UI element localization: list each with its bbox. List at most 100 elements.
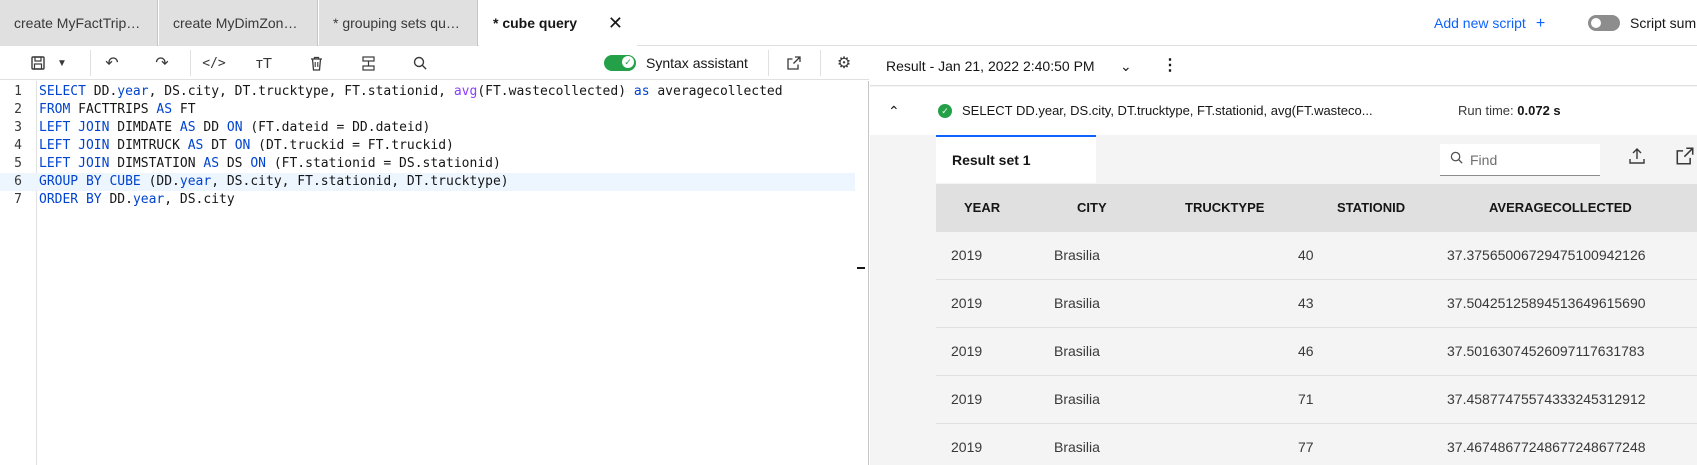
search-icon (1450, 151, 1463, 167)
code-line[interactable]: 4 LEFT JOIN DIMTRUCK AS DT ON (DT.truckid… (0, 137, 855, 155)
search-icon[interactable] (402, 46, 438, 80)
find-input[interactable] (1470, 144, 1596, 175)
cell-stationid: 43 (1298, 295, 1314, 311)
redo-icon[interactable]: ↷ (144, 46, 180, 80)
sql-text: (DD. (140, 174, 180, 189)
results-header: Result - Jan 21, 2022 2:40:50 PM ⌄ ⋮ (870, 46, 1697, 86)
sql-text: , DS.city, FT.stationid, DT.trucktype) (211, 174, 509, 189)
tab-cube-query[interactable]: * cube query ✕ (479, 0, 637, 46)
tab-create-mydimzone[interactable]: create MyDimZon… (159, 0, 318, 46)
chevron-up-icon[interactable]: ⌃ (888, 87, 900, 135)
toolbar-divider (90, 50, 91, 76)
syntax-assistant-toggle[interactable] (604, 55, 636, 71)
sql-keyword: LEFT JOIN (39, 138, 110, 153)
code-line[interactable]: 7 ORDER BY DD.year, DS.city (0, 191, 855, 209)
sql-text: DD. (101, 192, 133, 207)
table-row[interactable]: 2019 Brasilia 40 37.37565006729475100942126 (936, 232, 1697, 280)
script-summary-label: Script sum (1630, 15, 1697, 31)
text-size-icon[interactable]: тT (246, 46, 282, 80)
success-checkmark-icon: ✓ (938, 104, 952, 118)
code-text: LEFT JOIN DIMDATE AS DD ON (FT.dateid = … (39, 119, 430, 137)
sql-text: (FT.stationid = DS.stationid) (266, 156, 501, 171)
settings-gear-icon[interactable]: ⚙ (826, 46, 862, 80)
cell-averagecollected: 37.45877475574333245312912 (1447, 391, 1646, 407)
sql-text: DD. (85, 84, 118, 99)
explain-plan-icon[interactable] (350, 46, 386, 80)
close-icon[interactable]: ✕ (608, 0, 623, 46)
chevron-down-icon[interactable]: ⌄ (1120, 46, 1132, 86)
run-time: Run time: 0.072 s (1458, 87, 1561, 135)
cell-city: Brasilia (1054, 247, 1100, 263)
cell-averagecollected: 37.50425125894513649615690 (1447, 295, 1646, 311)
table-row[interactable]: 2019 Brasilia 43 37.50425125894513649615690 (936, 280, 1697, 328)
column-header-averagecollected[interactable]: AVERAGECOLLECTED (1489, 184, 1632, 232)
save-icon[interactable] (20, 46, 56, 80)
toolbar-divider (190, 50, 191, 76)
sql-keyword: AS (187, 138, 204, 153)
code-line[interactable]: 1 SELECT DD.year, DS.city, DT.trucktype, … (0, 83, 855, 101)
export-icon[interactable] (1628, 147, 1646, 170)
sql-keyword: SELECT (39, 84, 86, 99)
sql-text: , DS.city, DT.trucktype, FT.stationid, (148, 84, 454, 99)
plus-icon: + (1535, 15, 1546, 32)
code-format-icon[interactable]: </> (196, 46, 232, 80)
cell-city: Brasilia (1054, 391, 1100, 407)
tab-grouping-sets-query[interactable]: * grouping sets qu… (319, 0, 478, 46)
script-tab-bar: create MyFactTrip… create MyDimZon… * gr… (0, 0, 1697, 46)
cell-averagecollected: 37.37565006729475100942126 (1447, 247, 1646, 263)
table-row[interactable]: 2019 Brasilia 77 37.46748677248677248677248 (936, 424, 1697, 465)
column-header-stationid[interactable]: STATIONID (1337, 184, 1405, 232)
code-line[interactable]: 6 GROUP BY CUBE (DD.year, DS.city, FT.sta… (0, 173, 855, 191)
sql-keyword: FROM (39, 102, 71, 117)
cell-stationid: 77 (1298, 439, 1314, 455)
tab-result-set-1[interactable]: Result set 1 (936, 135, 1096, 183)
sql-keyword: GROUP BY CUBE (39, 174, 141, 189)
cell-year: 2019 (951, 391, 983, 407)
run-time-label: Run time: (1458, 103, 1514, 118)
column-header-year[interactable]: YEAR (964, 184, 1000, 232)
sql-text: FT (172, 102, 196, 117)
sql-keyword: ON (226, 120, 243, 135)
sql-text: DD (195, 120, 227, 135)
table-row[interactable]: 2019 Brasilia 71 37.45877475574333245312912 (936, 376, 1697, 424)
sql-keyword: AS (156, 102, 173, 117)
query-result-row: ⌃ ✓ SELECT DD.year, DS.city, DT.trucktyp… (870, 87, 1697, 135)
toolbar-divider (820, 50, 821, 76)
script-summary-toggle[interactable] (1588, 15, 1620, 31)
column-header-city[interactable]: CITY (1077, 184, 1107, 232)
save-dropdown-icon[interactable]: ▼ (52, 46, 72, 80)
code-line[interactable]: 5 LEFT JOIN DIMSTATION AS DS ON (FT.stati… (0, 155, 855, 173)
sql-keyword: year (132, 192, 165, 207)
launch-icon[interactable] (776, 46, 812, 80)
sql-text: DIMDATE (109, 120, 180, 135)
find-field[interactable] (1440, 144, 1600, 176)
launch-icon[interactable] (1676, 147, 1694, 170)
sql-keyword: as (633, 84, 650, 99)
overflow-menu-icon[interactable]: ⋮ (1162, 46, 1178, 86)
sql-code-editor[interactable]: 1 SELECT DD.year, DS.city, DT.trucktype, … (0, 81, 869, 465)
code-text: ORDER BY DD.year, DS.city (39, 191, 235, 209)
sql-text: (FT.wastecollected) (477, 84, 634, 99)
results-panel: Result - Jan 21, 2022 2:40:50 PM ⌄ ⋮ ⌃ ✓… (870, 46, 1697, 465)
add-new-script-button[interactable]: Add new script + (1434, 0, 1545, 47)
code-text: GROUP BY CUBE (DD.year, DS.city, FT.stat… (39, 173, 509, 191)
sql-keyword: year (179, 174, 212, 189)
sql-text: averagecollected (649, 84, 783, 99)
code-line[interactable]: 2 FROM FACTTRIPS AS FT (0, 101, 855, 119)
code-line[interactable]: 3 LEFT JOIN DIMDATE AS DD ON (FT.dateid =… (0, 119, 855, 137)
sql-text: (FT.dateid = DD.dateid) (242, 120, 431, 135)
sql-keyword: ORDER BY (39, 192, 102, 207)
trash-icon[interactable] (298, 46, 334, 80)
sql-keyword: LEFT JOIN (39, 120, 110, 135)
sql-text: DT (203, 138, 235, 153)
cell-year: 2019 (951, 247, 983, 263)
add-new-script-label: Add new script (1434, 15, 1526, 31)
column-header-trucktype[interactable]: TRUCKTYPE (1185, 184, 1264, 232)
cell-city: Brasilia (1054, 439, 1100, 455)
table-row[interactable]: 2019 Brasilia 46 37.50163074526097117631783 (936, 328, 1697, 376)
cell-year: 2019 (951, 343, 983, 359)
undo-icon[interactable]: ↶ (94, 46, 130, 80)
line-number: 4 (14, 138, 22, 153)
tab-create-myfacttrips[interactable]: create MyFactTrip… (0, 0, 158, 46)
cell-city: Brasilia (1054, 295, 1100, 311)
